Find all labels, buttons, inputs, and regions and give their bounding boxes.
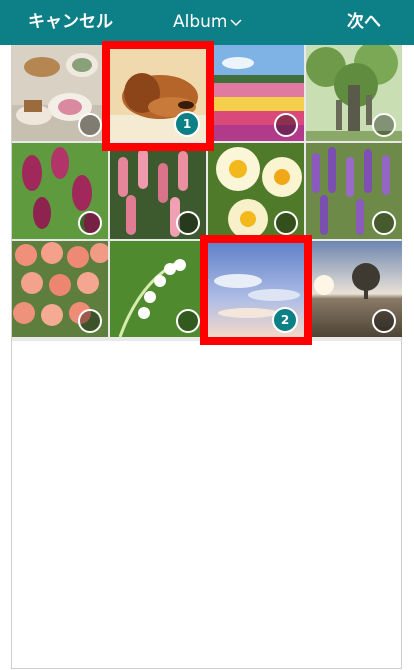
select-circle-icon[interactable] <box>372 113 396 137</box>
photo-flower-field[interactable] <box>208 45 304 141</box>
cancel-button[interactable]: キャンセル <box>28 0 113 45</box>
selection-order-badge[interactable]: 2 <box>272 307 298 333</box>
selection-order-badge[interactable]: 1 <box>174 111 200 137</box>
select-circle-icon[interactable] <box>78 211 102 235</box>
photo-tea-cakes[interactable] <box>12 45 108 141</box>
top-bar: キャンセル Album 次へ <box>0 0 414 45</box>
photo-puppy[interactable]: 1 <box>110 45 206 141</box>
album-title: Album <box>173 12 228 32</box>
select-circle-icon[interactable] <box>78 113 102 137</box>
photo-lilac[interactable] <box>12 143 108 239</box>
select-circle-icon[interactable] <box>274 211 298 235</box>
photo-sky[interactable]: 2 <box>208 241 304 337</box>
select-circle-icon[interactable] <box>372 309 396 333</box>
select-circle-icon[interactable] <box>176 309 200 333</box>
select-circle-icon[interactable] <box>78 309 102 333</box>
photo-daffodils[interactable] <box>208 143 304 239</box>
chevron-down-icon <box>230 0 243 45</box>
select-circle-icon[interactable] <box>274 113 298 137</box>
photo-lily-of-the-valley[interactable] <box>110 241 206 337</box>
select-circle-icon[interactable] <box>372 211 396 235</box>
photo-grid: 1 2 <box>12 45 402 341</box>
next-button[interactable]: 次へ <box>347 0 381 45</box>
photo-lavender[interactable] <box>306 143 402 239</box>
photo-sunset-tree[interactable] <box>306 241 402 337</box>
photo-pink-flowers[interactable] <box>110 143 206 239</box>
select-circle-icon[interactable] <box>176 211 200 235</box>
photo-tree[interactable] <box>306 45 402 141</box>
photo-carnations[interactable] <box>12 241 108 337</box>
album-selector[interactable]: Album <box>173 0 243 45</box>
